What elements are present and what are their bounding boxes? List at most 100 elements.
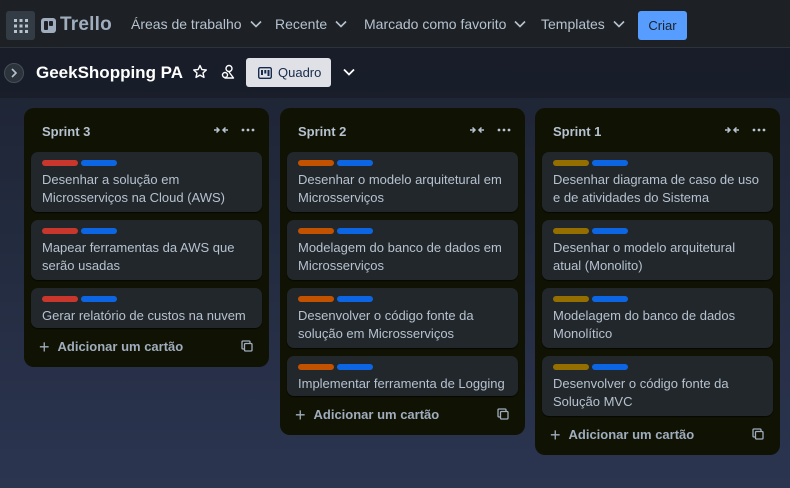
more-options-icon[interactable] xyxy=(241,124,255,136)
card-label[interactable] xyxy=(81,228,117,234)
card-title: Desenvolver o código fonte da Solução MV… xyxy=(553,376,729,409)
card-label[interactable] xyxy=(553,228,589,234)
card[interactable]: Desenhar diagrama de caso de uso e de at… xyxy=(542,152,773,212)
card[interactable]: Implementar ferramenta de Logging xyxy=(287,356,518,396)
card-labels xyxy=(42,228,120,234)
card-title: Desenvolver o código fonte da solução em… xyxy=(298,308,474,341)
nav-starred[interactable]: Marcado como favorito xyxy=(364,16,526,32)
card[interactable]: Desenhar o modelo arquitetural atual (Mo… xyxy=(542,220,773,280)
chevron-down-icon xyxy=(249,20,262,28)
star-icon[interactable] xyxy=(192,64,208,80)
top-nav: Trello Áreas de trabalho Recente Marcado… xyxy=(0,0,790,48)
card-labels xyxy=(298,160,376,166)
card-labels xyxy=(298,364,376,370)
list-title[interactable]: Sprint 2 xyxy=(298,124,346,139)
add-card-button[interactable]: + Adicionar um cartão xyxy=(295,404,439,425)
card-label[interactable] xyxy=(592,296,628,302)
collapse-list-icon[interactable] xyxy=(469,124,485,136)
card[interactable]: Desenhar o modelo arquitetural em Micros… xyxy=(287,152,518,212)
logo-text: Trello xyxy=(60,14,112,35)
add-card-button[interactable]: + Adicionar um cartão xyxy=(550,424,695,445)
chevron-down-icon xyxy=(514,20,526,28)
card-labels xyxy=(42,160,120,166)
more-options-icon[interactable] xyxy=(497,124,511,136)
card-label[interactable] xyxy=(42,296,78,302)
card-label[interactable] xyxy=(298,364,334,370)
card-labels xyxy=(553,160,631,166)
card[interactable]: Desenvolver o código fonte da Solução MV… xyxy=(542,356,773,416)
list-header: Sprint 2 xyxy=(280,108,525,152)
nav-templates[interactable]: Templates xyxy=(541,16,625,32)
card-title: Modelagem do banco de dados Monolítico xyxy=(553,308,736,341)
nav-workspaces[interactable]: Áreas de trabalho xyxy=(131,16,262,32)
nav-recent-label: Recente xyxy=(275,16,328,32)
add-card-label: Adicionar um cartão xyxy=(568,427,695,442)
list-column: Sprint 3 Desenhar a solução em Microsserv… xyxy=(24,108,269,367)
list-title[interactable]: Sprint 3 xyxy=(42,124,90,139)
card-title: Desenhar a solução em Microsserviços na … xyxy=(42,172,226,205)
card-label[interactable] xyxy=(592,228,628,234)
card-label[interactable] xyxy=(592,160,628,166)
card-label[interactable] xyxy=(337,228,373,234)
collapse-list-icon[interactable] xyxy=(724,124,740,136)
card-title: Implementar ferramenta de Logging xyxy=(298,376,505,391)
card-labels xyxy=(553,296,631,302)
card-label[interactable] xyxy=(298,296,334,302)
card-label[interactable] xyxy=(592,364,628,370)
list-column: Sprint 1 Desenhar diagrama de caso de uso… xyxy=(535,108,780,455)
add-card-button[interactable]: + Adicionar um cartão xyxy=(39,336,184,357)
chevron-down-icon xyxy=(335,20,347,28)
plus-icon: + xyxy=(295,404,306,425)
plus-icon: + xyxy=(550,424,561,445)
card-label[interactable] xyxy=(81,160,117,166)
card-labels xyxy=(298,228,376,234)
card[interactable]: Desenhar a solução em Microsserviços na … xyxy=(31,152,262,212)
card-title: Desenhar diagrama de caso de uso e de at… xyxy=(553,172,759,205)
card[interactable]: Desenvolver o código fonte da solução em… xyxy=(287,288,518,348)
card-title: Mapear ferramentas da AWS que serão usad… xyxy=(42,240,235,273)
nav-starred-label: Marcado como favorito xyxy=(364,16,507,32)
board-view-icon xyxy=(258,66,272,79)
card-title: Modelagem do banco de dados em Microsser… xyxy=(298,240,502,273)
card-label[interactable] xyxy=(81,296,117,302)
card-title: Desenhar o modelo arquitetural atual (Mo… xyxy=(553,240,736,273)
card-label[interactable] xyxy=(42,228,78,234)
plus-icon: + xyxy=(39,336,50,357)
card[interactable]: Modelagem do banco de dados em Microsser… xyxy=(287,220,518,280)
workspace-visibility-icon[interactable] xyxy=(220,63,238,81)
card[interactable]: Mapear ferramentas da AWS que serão usad… xyxy=(31,220,262,280)
card[interactable]: Gerar relatório de custos na nuvem xyxy=(31,288,262,328)
board-title[interactable]: GeekShopping PA xyxy=(36,63,183,83)
card-labels xyxy=(42,296,120,302)
board-view-label: Quadro xyxy=(278,65,322,80)
nav-templates-label: Templates xyxy=(541,16,605,32)
card-label[interactable] xyxy=(42,160,78,166)
app-switcher-button[interactable] xyxy=(6,11,35,40)
create-button[interactable]: Criar xyxy=(638,11,687,40)
create-from-template-icon[interactable] xyxy=(241,340,253,352)
card-label[interactable] xyxy=(337,160,373,166)
chevron-down-icon[interactable] xyxy=(341,64,357,80)
nav-recent[interactable]: Recente xyxy=(275,16,347,32)
card-title: Desenhar o modelo arquitetural em Micros… xyxy=(298,172,502,205)
create-from-template-icon[interactable] xyxy=(497,408,509,420)
more-options-icon[interactable] xyxy=(752,124,766,136)
card-label[interactable] xyxy=(553,364,589,370)
card-label[interactable] xyxy=(298,160,334,166)
card[interactable]: Modelagem do banco de dados Monolítico xyxy=(542,288,773,348)
create-from-template-icon[interactable] xyxy=(752,428,764,440)
card-label[interactable] xyxy=(298,228,334,234)
card-label[interactable] xyxy=(337,296,373,302)
card-label[interactable] xyxy=(553,160,589,166)
list-column: Sprint 2 Desenhar o modelo arquitetural e… xyxy=(280,108,525,435)
card-label[interactable] xyxy=(553,296,589,302)
collapse-list-icon[interactable] xyxy=(213,124,229,136)
add-card-label: Adicionar um cartão xyxy=(57,339,184,354)
board-view-button[interactable]: Quadro xyxy=(246,58,331,87)
list-title[interactable]: Sprint 1 xyxy=(553,124,601,139)
expand-sidebar-button[interactable] xyxy=(4,63,24,83)
card-title: Gerar relatório de custos na nuvem xyxy=(42,308,246,323)
card-labels xyxy=(553,228,631,234)
trello-logo[interactable]: Trello xyxy=(41,14,112,36)
card-label[interactable] xyxy=(337,364,373,370)
